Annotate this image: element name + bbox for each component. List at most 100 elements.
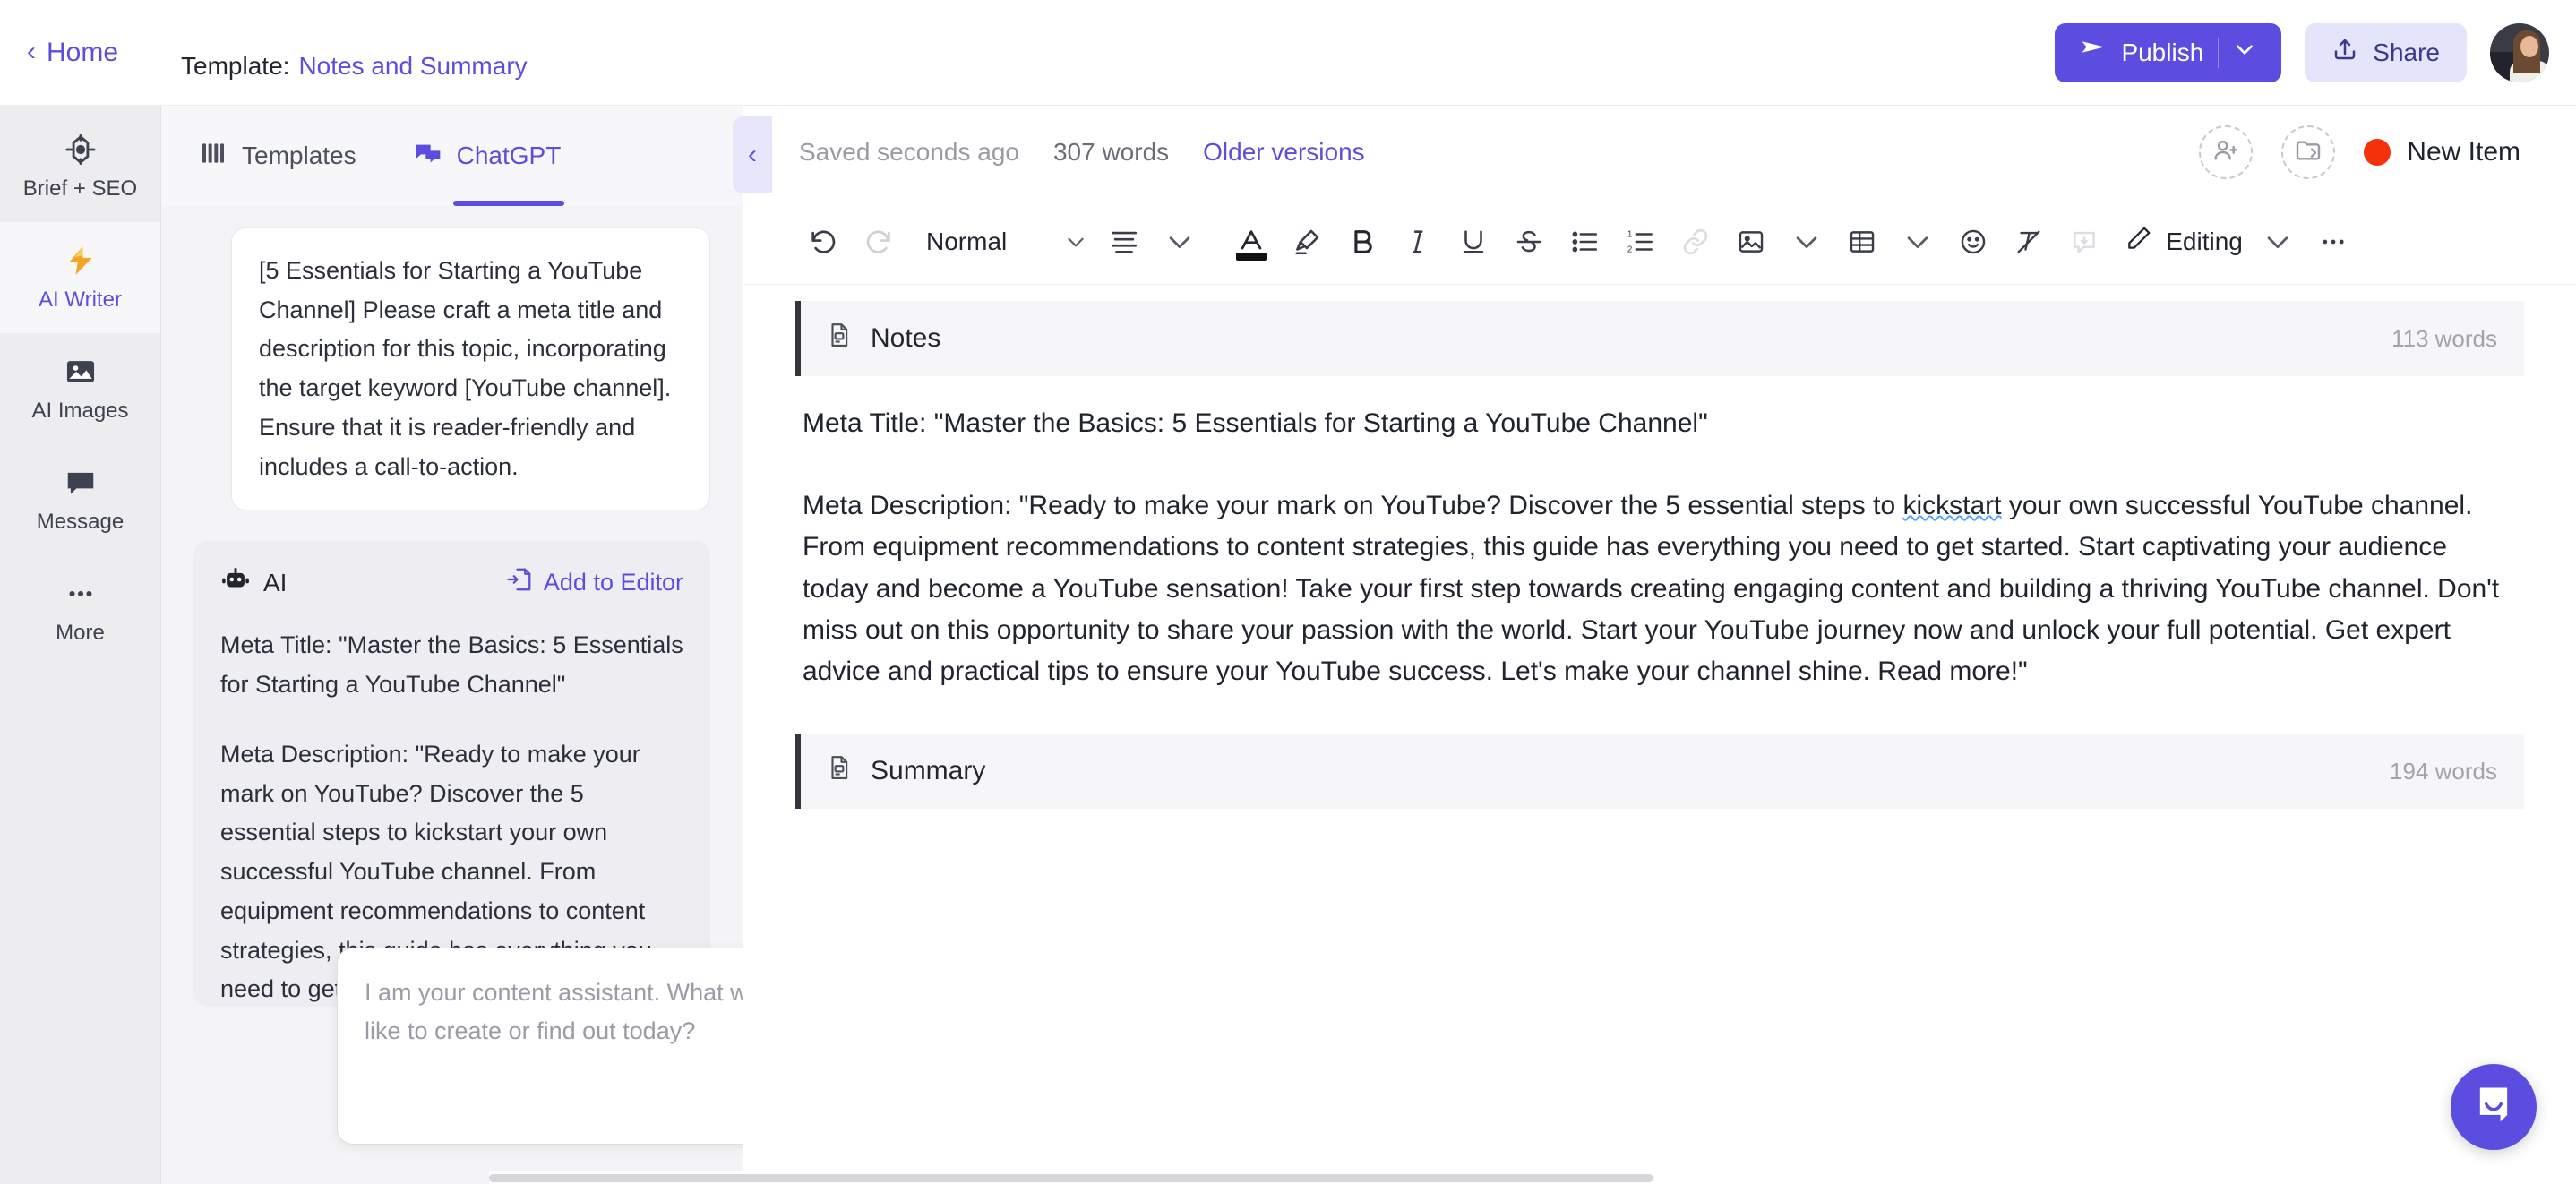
- home-back-link[interactable]: ‹ Home: [27, 38, 118, 68]
- top-bar-actions: Publish Share: [2055, 23, 2549, 82]
- share-button[interactable]: Share: [2305, 23, 2467, 82]
- sidebar-item-message[interactable]: Message: [0, 444, 160, 555]
- text-color-swatch: [1236, 253, 1267, 261]
- panel-tab-bar: Templates ChatGPT: [161, 106, 743, 206]
- section-title-group: Notes: [826, 320, 940, 357]
- upload-icon: [2331, 36, 2358, 69]
- new-item-status[interactable]: New Item: [2364, 137, 2520, 167]
- body-text-pre: Meta Description: "Ready to make your ma…: [803, 491, 1903, 520]
- svg-text:2: 2: [1627, 245, 1633, 254]
- chevron-left-icon: ‹: [27, 39, 36, 65]
- target-icon: [63, 132, 99, 167]
- ai-card-header: AI Add to Editor: [220, 564, 683, 601]
- clear-formatting-button[interactable]: [2001, 214, 2057, 270]
- insert-document-icon: [506, 566, 533, 599]
- template-breadcrumb: Template: Notes and Summary: [181, 25, 528, 81]
- paragraph-style-dropdown[interactable]: Normal: [906, 214, 1096, 270]
- older-versions-link[interactable]: Older versions: [1203, 138, 1365, 167]
- status-badge: [2364, 139, 2391, 166]
- bold-button[interactable]: [1335, 214, 1390, 270]
- insert-image-button[interactable]: [1723, 214, 1779, 270]
- user-avatar[interactable]: [2490, 23, 2549, 82]
- misspelled-word[interactable]: kickstart: [1903, 491, 2002, 520]
- align-button[interactable]: [1096, 214, 1152, 270]
- add-to-folder-button[interactable]: [2281, 125, 2335, 179]
- image-icon: [63, 354, 99, 390]
- redo-button[interactable]: [851, 214, 906, 270]
- template-label: Template:: [181, 52, 289, 81]
- section-word-count: 113 words: [2391, 325, 2497, 353]
- assistant-panel: Templates ChatGPT [5 Essentials for Star…: [161, 106, 743, 1184]
- insert-comment-button[interactable]: [2057, 214, 2112, 270]
- chevron-down-icon: [1064, 230, 1087, 253]
- section-title: Notes: [871, 323, 940, 354]
- italic-button[interactable]: [1390, 214, 1446, 270]
- sidebar-item-more[interactable]: More: [0, 555, 160, 666]
- editing-mode-chevron[interactable]: [2250, 214, 2306, 270]
- align-dropdown-chevron[interactable]: [1152, 214, 1207, 270]
- scrollbar-thumb[interactable]: [489, 1174, 1653, 1182]
- section-header-notes[interactable]: Notes 113 words: [795, 301, 2524, 376]
- template-name-link[interactable]: Notes and Summary: [298, 52, 527, 81]
- section-title-group: Summary: [826, 752, 985, 790]
- bulleted-list-button[interactable]: [1557, 214, 1612, 270]
- highlight-button[interactable]: [1279, 214, 1335, 270]
- editor-toolbar: Normal: [743, 199, 2576, 285]
- underline-button[interactable]: [1446, 214, 1501, 270]
- invite-collaborator-button[interactable]: [2199, 125, 2253, 179]
- chat-bubble-icon: [63, 465, 99, 501]
- pencil-icon: [2125, 224, 2153, 259]
- share-label: Share: [2373, 39, 2440, 67]
- paragraph-meta-title[interactable]: Meta Title: "Master the Basics: 5 Essent…: [803, 403, 2517, 444]
- section-header-summary[interactable]: Summary 194 words: [795, 734, 2524, 809]
- svg-text:1: 1: [1627, 229, 1633, 239]
- ai-badge: AI: [220, 564, 287, 601]
- emoji-button[interactable]: [1945, 214, 2001, 270]
- insert-table-button[interactable]: [1834, 214, 1890, 270]
- ai-response-card: AI Add to Editor Meta Title: "Master the…: [193, 541, 710, 1007]
- tab-templates[interactable]: Templates: [199, 106, 356, 206]
- avatar-face-shape: [2520, 36, 2538, 57]
- image-dropdown-chevron[interactable]: [1779, 214, 1834, 270]
- tab-label: Templates: [242, 142, 356, 170]
- folder-add-icon: [2294, 136, 2323, 169]
- link-button[interactable]: [1668, 214, 1723, 270]
- editing-mode-button[interactable]: Editing: [2112, 224, 2250, 259]
- home-label: Home: [47, 38, 118, 68]
- sidebar-item-label: Message: [37, 510, 124, 535]
- document-word-count: 307 words: [1053, 138, 1169, 167]
- sidebar-item-ai-writer[interactable]: AI Writer: [0, 222, 160, 333]
- lightning-icon: [63, 243, 99, 279]
- chevron-left-icon: ‹: [748, 140, 757, 170]
- table-dropdown-chevron[interactable]: [1890, 214, 1945, 270]
- sidebar-item-label: Brief + SEO: [23, 176, 137, 202]
- undo-button[interactable]: [795, 214, 851, 270]
- tab-label: ChatGPT: [457, 142, 562, 170]
- robot-icon: [220, 564, 251, 601]
- more-options-button[interactable]: [2306, 214, 2361, 270]
- numbered-list-button[interactable]: 12: [1612, 214, 1668, 270]
- document-body[interactable]: Notes 113 words Meta Title: "Master the …: [743, 285, 2576, 1184]
- top-bar: ‹ Home Template: Notes and Summary Publi…: [0, 0, 2576, 106]
- paragraph-meta-description[interactable]: Meta Description: "Ready to make your ma…: [803, 485, 2517, 692]
- chevron-down-icon[interactable]: [2233, 38, 2256, 67]
- paragraph-style-value: Normal: [926, 227, 1007, 256]
- ai-label: AI: [263, 569, 287, 597]
- add-user-icon: [2211, 136, 2240, 169]
- send-icon: [2080, 36, 2107, 69]
- sidebar-item-brief-seo[interactable]: Brief + SEO: [0, 111, 160, 222]
- collapse-panel-button[interactable]: ‹: [733, 116, 772, 193]
- sidebar-item-label: More: [56, 621, 105, 646]
- sidebar-item-label: AI Writer: [39, 287, 122, 313]
- text-color-button[interactable]: [1224, 214, 1279, 270]
- horizontal-scrollbar[interactable]: [489, 1171, 2576, 1184]
- left-nav-rail: Brief + SEO AI Writer AI Images Message …: [0, 106, 161, 1184]
- ai-paragraph: Meta Title: "Master the Basics: 5 Essent…: [220, 626, 683, 704]
- publish-button[interactable]: Publish: [2055, 23, 2281, 82]
- add-to-editor-button[interactable]: Add to Editor: [506, 566, 683, 599]
- sidebar-item-ai-images[interactable]: AI Images: [0, 333, 160, 444]
- support-chat-button[interactable]: [2451, 1064, 2537, 1150]
- strikethrough-button[interactable]: [1501, 214, 1557, 270]
- editor-status-group: Saved seconds ago 307 words Older versio…: [799, 138, 1365, 167]
- tab-chatgpt[interactable]: ChatGPT: [414, 106, 562, 206]
